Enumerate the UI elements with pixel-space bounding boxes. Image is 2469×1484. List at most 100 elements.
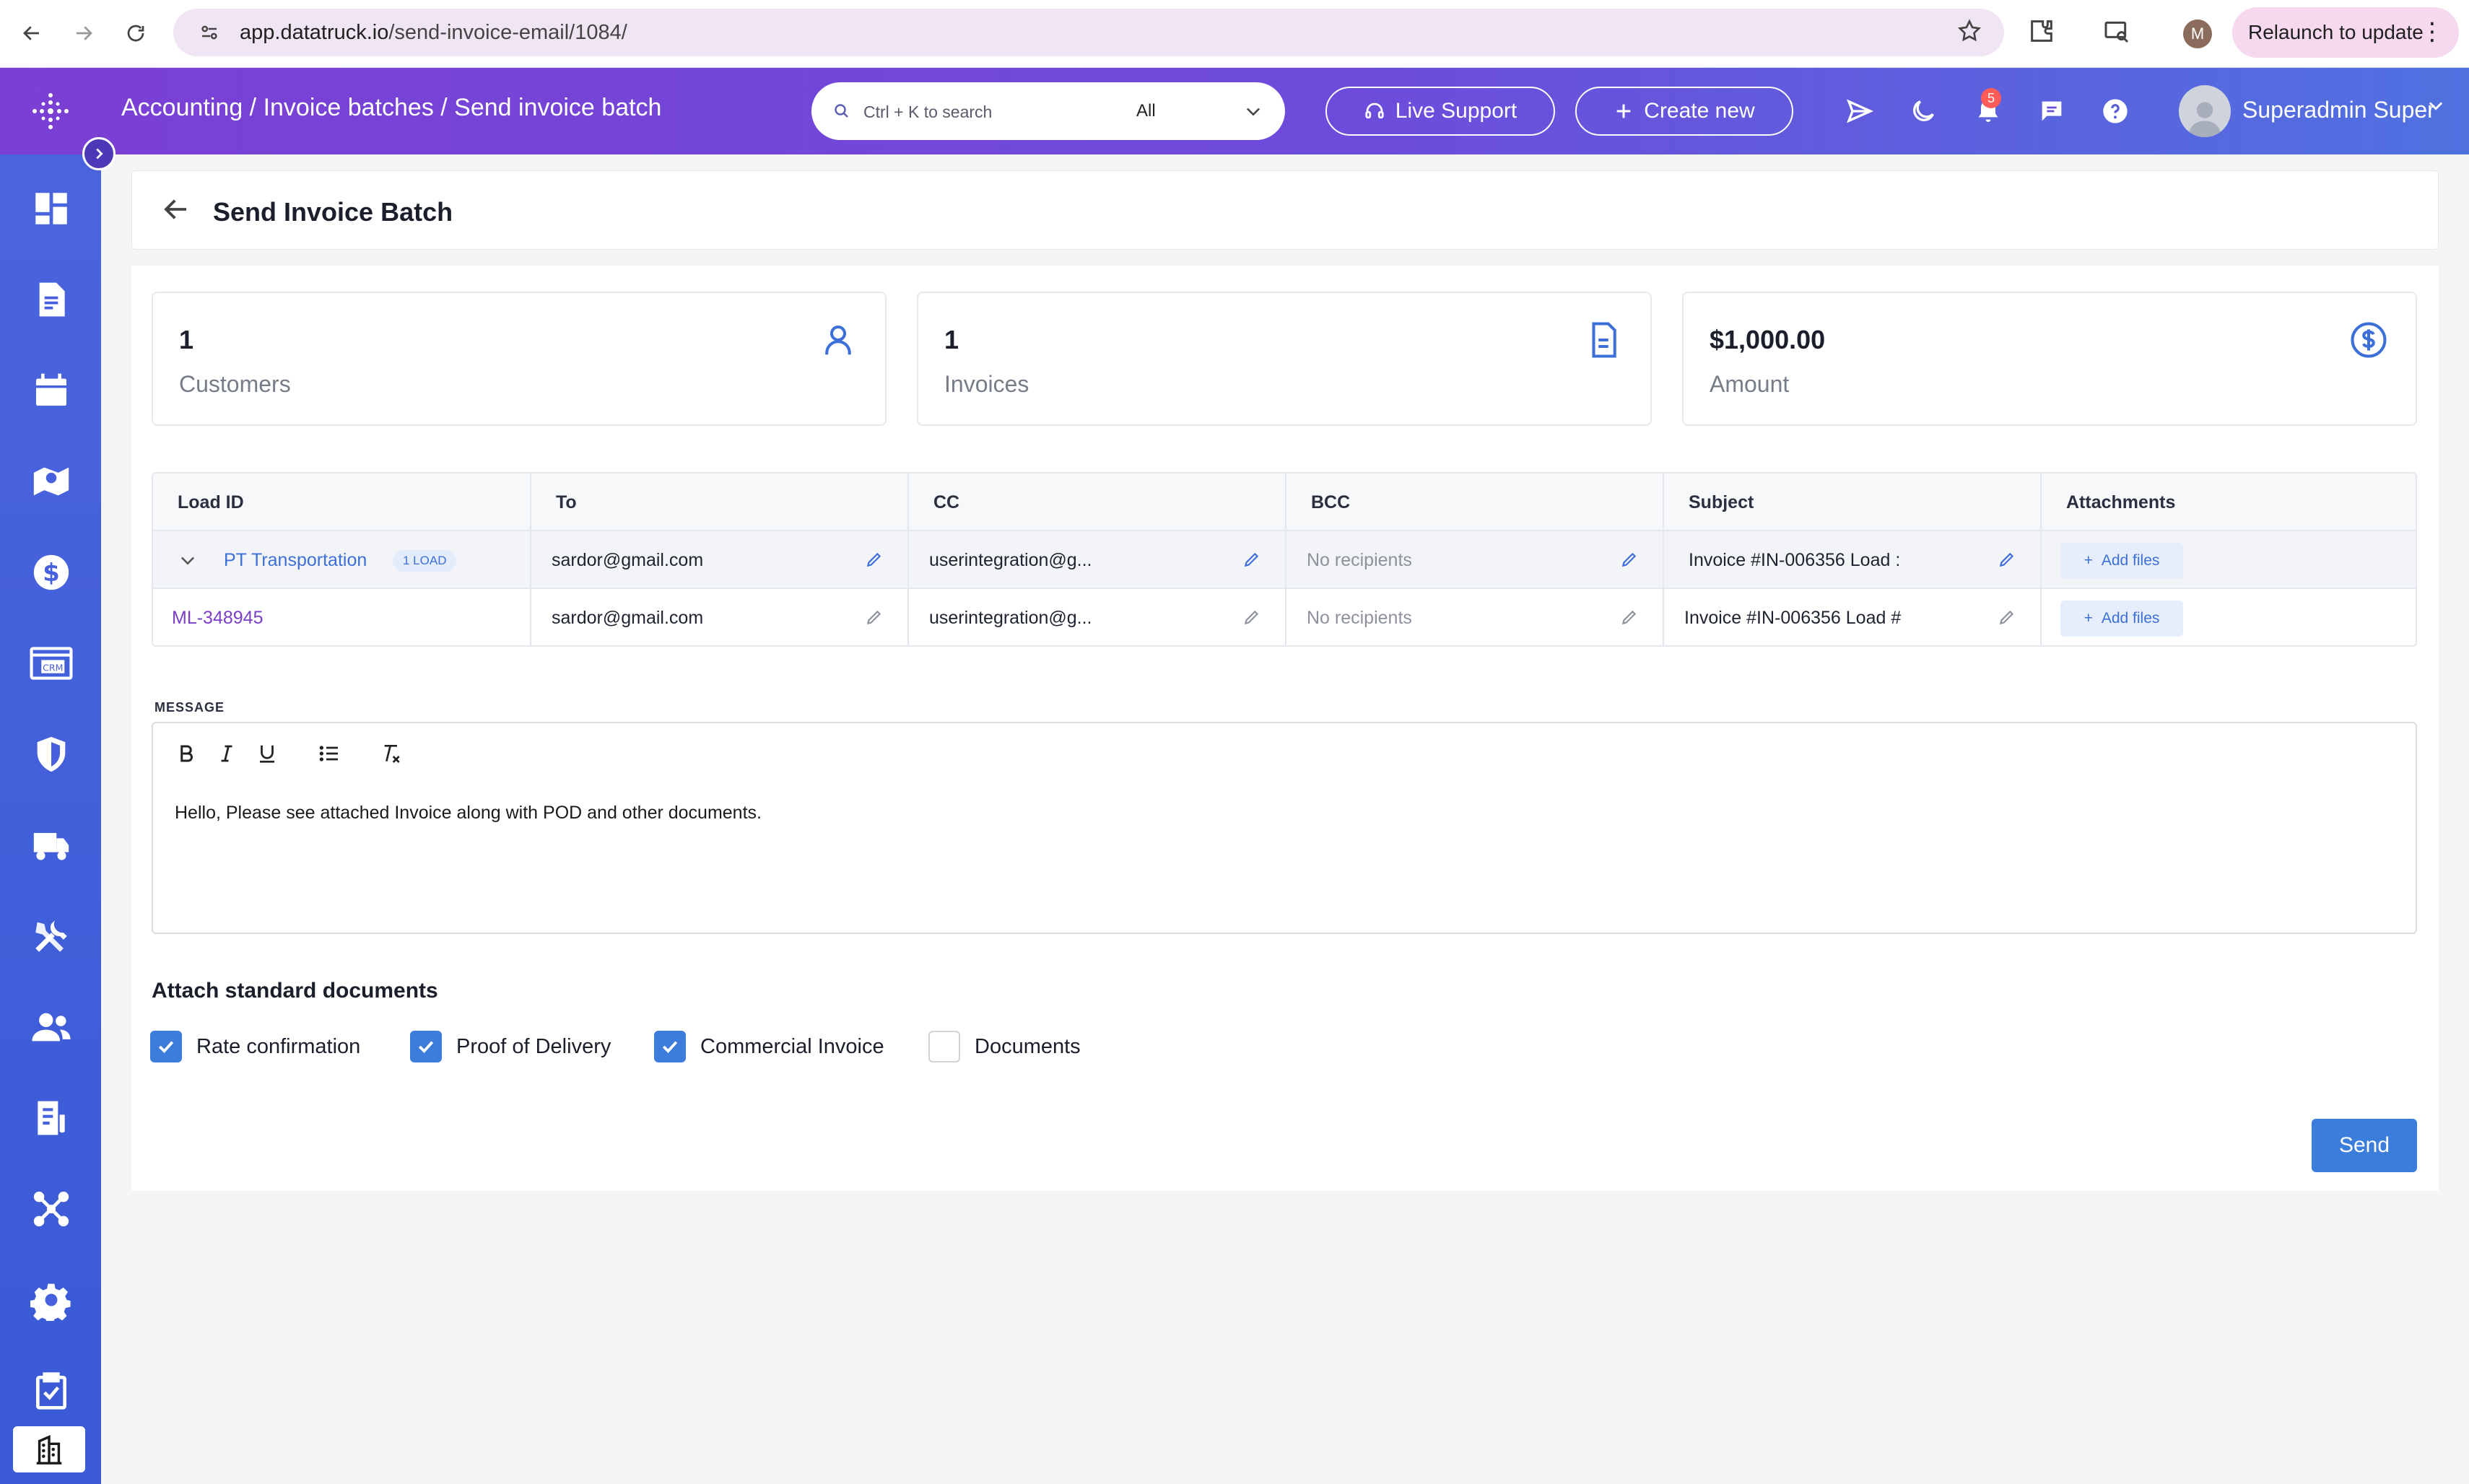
to-value[interactable]: sardor@gmail.com (552, 608, 826, 629)
italic-button[interactable] (211, 738, 243, 769)
message-body[interactable]: Hello, Please see attached Invoice along… (175, 803, 762, 824)
reload-icon[interactable] (118, 16, 153, 51)
edit-icon[interactable] (1620, 550, 1639, 569)
chevron-down-icon[interactable] (2426, 95, 2449, 118)
stat-value: 1 (179, 325, 194, 354)
rate-confirmation-checkbox[interactable] (150, 1031, 182, 1062)
sidebar-item-safety[interactable] (26, 729, 77, 780)
edit-icon[interactable] (1242, 608, 1261, 627)
live-support-label: Live Support (1395, 99, 1517, 123)
add-files-button[interactable]: + Add files (2060, 543, 2183, 579)
documents-checkbox[interactable] (928, 1031, 960, 1062)
italic-icon (221, 745, 232, 762)
edit-icon[interactable] (1998, 608, 2016, 627)
sidebar-item-map[interactable] (26, 456, 77, 507)
global-search[interactable]: Ctrl + K to search All (811, 82, 1285, 140)
bcc-value[interactable]: No recipients (1307, 608, 1581, 629)
edit-icon[interactable] (1242, 550, 1261, 569)
cc-value[interactable]: userintegration@g... (929, 550, 1203, 571)
sidebar-item-calendar[interactable] (26, 365, 77, 416)
dark-mode-icon[interactable] (1906, 94, 1941, 128)
add-files-button[interactable]: + Add files (2060, 601, 2183, 637)
message-label: MESSAGE (154, 700, 225, 715)
breadcrumb: Accounting / Invoice batches / Send invo… (121, 94, 662, 121)
sidebar-toggle-button[interactable] (82, 137, 116, 170)
cc-value[interactable]: userintegration@g... (929, 608, 1203, 629)
column-header-load-id: Load ID (178, 492, 244, 512)
subject-value[interactable]: Invoice #IN-006356 Load : (1689, 550, 1914, 571)
commercial-invoice-label[interactable]: Commercial Invoice (700, 1035, 884, 1059)
stat-label: Amount (1710, 371, 1790, 397)
address-bar[interactable]: app.datatruck.io/send-invoice-email/1084… (173, 9, 2004, 56)
sidebar-item-documents[interactable] (26, 274, 77, 325)
chat-icon[interactable] (2034, 94, 2069, 128)
app-logo[interactable] (0, 68, 101, 154)
document-icon (1584, 320, 1623, 359)
send-button[interactable]: Send (2312, 1119, 2417, 1172)
column-header-subject: Subject (1689, 492, 1754, 512)
document-icon (39, 282, 65, 317)
check-icon (418, 1041, 434, 1053)
search-scope-select[interactable]: All (1136, 101, 1156, 121)
sidebar-item-maintenance[interactable] (26, 911, 77, 961)
edit-icon[interactable] (865, 608, 884, 627)
sidebar-item-dashboard[interactable] (26, 183, 77, 234)
back-nav-icon[interactable] (14, 16, 49, 51)
tab-search-icon[interactable] (2102, 17, 2135, 50)
more-menu-icon[interactable]: ⋮ (2420, 17, 2444, 46)
sidebar-item-trucks[interactable] (26, 820, 77, 870)
proof-of-delivery-label[interactable]: Proof of Delivery (456, 1035, 611, 1059)
create-new-button[interactable]: Create new (1575, 87, 1793, 136)
user-name[interactable]: Superadmin Super (2242, 97, 2435, 123)
dashboard-icon (35, 193, 67, 224)
tools-icon (35, 920, 67, 952)
sidebar-item-accounting[interactable]: $ (26, 547, 77, 598)
documents-label[interactable]: Documents (975, 1035, 1081, 1059)
site-settings-icon[interactable] (195, 18, 224, 47)
forward-nav-icon[interactable] (66, 16, 101, 51)
sidebar-item-integrations[interactable] (26, 1184, 77, 1234)
back-arrow-icon[interactable] (161, 194, 194, 227)
underline-button[interactable] (251, 738, 283, 769)
stat-card-invoices: 1 Invoices (917, 292, 1652, 426)
chevron-down-icon[interactable] (1243, 101, 1263, 121)
rate-confirmation-label[interactable]: Rate confirmation (196, 1035, 360, 1059)
crm-icon: CRM (30, 647, 73, 680)
sidebar-item-crm[interactable]: CRM (26, 638, 77, 689)
bullet-list-button[interactable] (313, 738, 345, 769)
search-input[interactable]: Ctrl + K to search (863, 102, 992, 122)
edit-icon[interactable] (1620, 608, 1639, 627)
customer-link[interactable]: PT Transportation (224, 550, 367, 571)
bookmark-star-icon[interactable] (1956, 18, 1985, 47)
commercial-invoice-checkbox[interactable] (654, 1031, 686, 1062)
gear-icon (30, 1283, 71, 1321)
extensions-icon[interactable] (2027, 17, 2060, 50)
edit-icon[interactable] (865, 550, 884, 569)
message-editor[interactable]: Hello, Please see attached Invoice along… (152, 781, 2417, 934)
create-new-label: Create new (1644, 99, 1755, 123)
chevron-down-icon[interactable] (178, 550, 199, 572)
avatar[interactable] (2179, 85, 2231, 137)
bold-button[interactable] (170, 738, 202, 769)
proof-of-delivery-checkbox[interactable] (410, 1031, 442, 1062)
send-icon[interactable] (1842, 94, 1877, 128)
relaunch-button[interactable]: Relaunch to update ⋮ (2232, 7, 2459, 58)
sidebar-item-company[interactable] (13, 1426, 85, 1472)
browser-profile-avatar[interactable]: M (2183, 19, 2212, 48)
bcc-value[interactable]: No recipients (1307, 550, 1581, 571)
live-support-button[interactable]: Live Support (1325, 87, 1555, 136)
help-icon[interactable] (2098, 94, 2133, 128)
clear-format-button[interactable] (375, 738, 407, 769)
to-value[interactable]: sardor@gmail.com (552, 550, 826, 571)
edit-icon[interactable] (1998, 550, 2016, 569)
load-id-link[interactable]: ML-348945 (172, 608, 263, 629)
sidebar-item-users[interactable] (26, 1002, 77, 1052)
sidebar-item-settings[interactable] (26, 1275, 77, 1325)
notification-badge: 5 (1981, 88, 2001, 108)
sidebar-item-reports[interactable] (26, 1093, 77, 1143)
shield-icon (37, 736, 66, 772)
subject-value[interactable]: Invoice #IN-006356 Load # (1684, 608, 1914, 629)
load-count-badge: 1 LOAD (393, 550, 457, 572)
truck-icon (33, 833, 69, 860)
sidebar-item-tasks[interactable] (26, 1366, 77, 1416)
